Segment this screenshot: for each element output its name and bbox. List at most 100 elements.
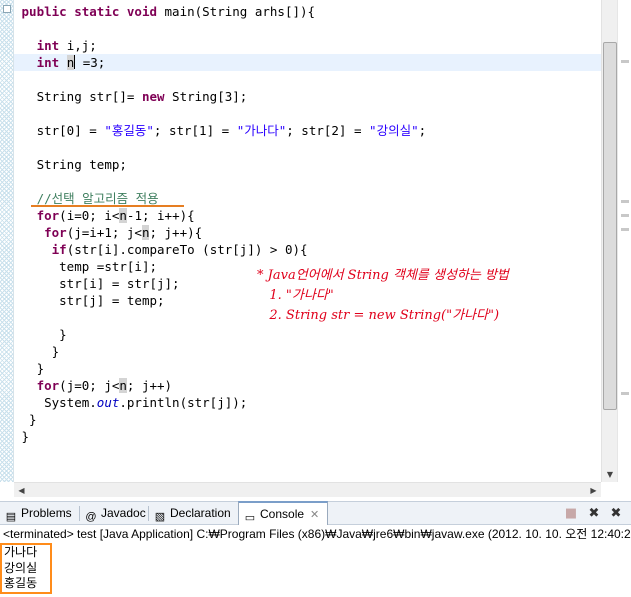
remove-all-terminated-icon[interactable]: ✖ [607, 505, 625, 522]
console-status-line: <terminated> test [Java Application] C:₩… [3, 527, 631, 541]
code-line[interactable]: } [14, 326, 601, 343]
code-line[interactable]: if(str[i].compareTo (str[j]) > 0){ [14, 241, 601, 258]
code-token: ; j++){ [149, 225, 203, 240]
code-line[interactable]: int n =3; [14, 54, 601, 71]
scroll-down-arrow-icon[interactable]: ▼ [603, 467, 617, 482]
scroll-right-arrow-icon[interactable]: ▶ [586, 483, 601, 498]
tab-javadoc[interactable]: @ Javadoc [80, 502, 148, 525]
code-line[interactable] [14, 71, 601, 88]
code-comment: //선택 알고리즘 적용 [21, 191, 159, 206]
code-token: (j=i+1; j< [66, 225, 142, 240]
code-token: (str[i].compareTo (str[j]) > 0){ [66, 242, 308, 257]
tab-label: Declaration [170, 506, 231, 520]
console-output-line: 가나다 [4, 545, 38, 559]
overview-mark[interactable] [621, 60, 629, 63]
bottom-panel: ▤ Problems @ Javadoc ▧ Declaration ▭ Console… [0, 497, 631, 597]
terminate-icon[interactable]: ■ [562, 505, 580, 522]
comment-underline [31, 205, 184, 207]
vertical-scrollbar[interactable]: ▼ [601, 0, 617, 482]
tab-label: Javadoc [101, 506, 146, 520]
code-line[interactable]: public static void main(String arhs[]){ [14, 3, 601, 20]
code-line[interactable]: System.out.println(str[j]); [14, 394, 601, 411]
console-output[interactable]: 가나다 강의실 홍길동 [0, 543, 52, 594]
code-token: } [21, 412, 37, 427]
annotation-line-2: 1. "가나다" [257, 288, 334, 303]
code-token: String str[]= [21, 89, 142, 104]
code-line[interactable]: for(j=0; j<n; j++) [14, 377, 601, 394]
code-line[interactable]: int i,j; [14, 37, 601, 54]
code-token: -1; i++){ [126, 208, 195, 223]
code-token: out [96, 395, 120, 410]
horizontal-scrollbar[interactable]: ◀ ▶ [14, 482, 601, 497]
code-line[interactable]: } [14, 411, 601, 428]
code-token: n [119, 378, 127, 393]
tab-problems[interactable]: ▤ Problems [0, 502, 78, 525]
vertical-ruler [0, 0, 14, 482]
code-string: "홍길동" [104, 123, 154, 138]
code-token: (j=0; j< [59, 378, 120, 393]
code-token: (i=0; i< [59, 208, 120, 223]
code-area[interactable]: public static void main(String arhs[]){ … [14, 0, 601, 482]
code-token: ; str[2] = [286, 123, 370, 138]
code-token: str[j] = temp; [21, 293, 165, 308]
code-line[interactable]: for(j=i+1; j<n; j++){ [14, 224, 601, 241]
tab-declaration[interactable]: ▧ Declaration [149, 502, 237, 525]
code-keyword: if [51, 242, 67, 257]
code-line[interactable] [14, 20, 601, 37]
code-token: .println(str[j]); [119, 395, 248, 410]
code-token: ; str[1] = [153, 123, 237, 138]
code-keyword: int [36, 55, 60, 70]
code-token: str[0] = [21, 123, 105, 138]
code-line[interactable]: } [14, 428, 601, 445]
code-line[interactable]: } [14, 343, 601, 360]
code-editor[interactable]: public static void main(String arhs[]){ … [0, 0, 631, 497]
panel-tab-bar: ▤ Problems @ Javadoc ▧ Declaration ▭ Console… [0, 501, 631, 525]
declaration-icon: ▧ [154, 511, 166, 523]
scrollbar-thumb[interactable] [603, 42, 617, 410]
code-token: } [21, 344, 60, 359]
code-line[interactable]: str[0] = "홍길동"; str[1] = "가나다"; str[2] =… [14, 122, 601, 139]
console-output-line: 강의실 [4, 560, 38, 575]
code-token: } [21, 429, 30, 444]
problems-icon: ▤ [5, 511, 17, 523]
overview-mark[interactable] [621, 392, 629, 395]
code-token: main(String arhs[]){ [164, 4, 316, 19]
code-line[interactable]: for(i=0; i<n-1; i++){ [14, 207, 601, 224]
code-line[interactable] [14, 173, 601, 190]
overview-mark[interactable] [621, 200, 629, 203]
code-token: =3; [75, 55, 106, 70]
scroll-left-arrow-icon[interactable]: ◀ [14, 483, 29, 498]
tab-console[interactable]: ▭ Console ✕ [238, 501, 328, 525]
code-token: String[3]; [164, 89, 248, 104]
fold-icon[interactable] [3, 5, 11, 13]
annotation-line-1: * Java언어에서 String 객체를 생성하는 방법 [257, 268, 509, 283]
code-token: ; j++) [126, 378, 173, 393]
code-token: n [66, 55, 75, 70]
code-keyword: int [36, 38, 60, 53]
code-token: i,j; [59, 38, 97, 53]
overview-mark[interactable] [621, 214, 629, 217]
close-icon[interactable]: ✕ [310, 509, 319, 521]
remove-launch-icon[interactable]: ✖ [585, 505, 603, 522]
overview-ruler[interactable] [617, 0, 631, 482]
code-string: "강의실" [369, 123, 419, 138]
code-token: n [119, 208, 127, 223]
code-line[interactable]: String temp; [14, 156, 601, 173]
annotation-note: * Java언어에서 String 객체를 생성하는 방법 1. "가나다" 2… [257, 266, 509, 326]
code-keyword: for [44, 225, 67, 240]
code-token: System. [21, 395, 97, 410]
console-output-line: 홍길동 [4, 576, 38, 591]
code-line[interactable] [14, 139, 601, 156]
code-line[interactable]: } [14, 360, 601, 377]
tab-label: Problems [21, 506, 72, 520]
overview-mark[interactable] [621, 228, 629, 231]
code-keyword: new [141, 89, 165, 104]
tab-label: Console [260, 507, 305, 521]
code-line[interactable]: String str[]= new String[3]; [14, 88, 601, 105]
code-line[interactable] [14, 105, 601, 122]
code-token: } [21, 361, 45, 376]
